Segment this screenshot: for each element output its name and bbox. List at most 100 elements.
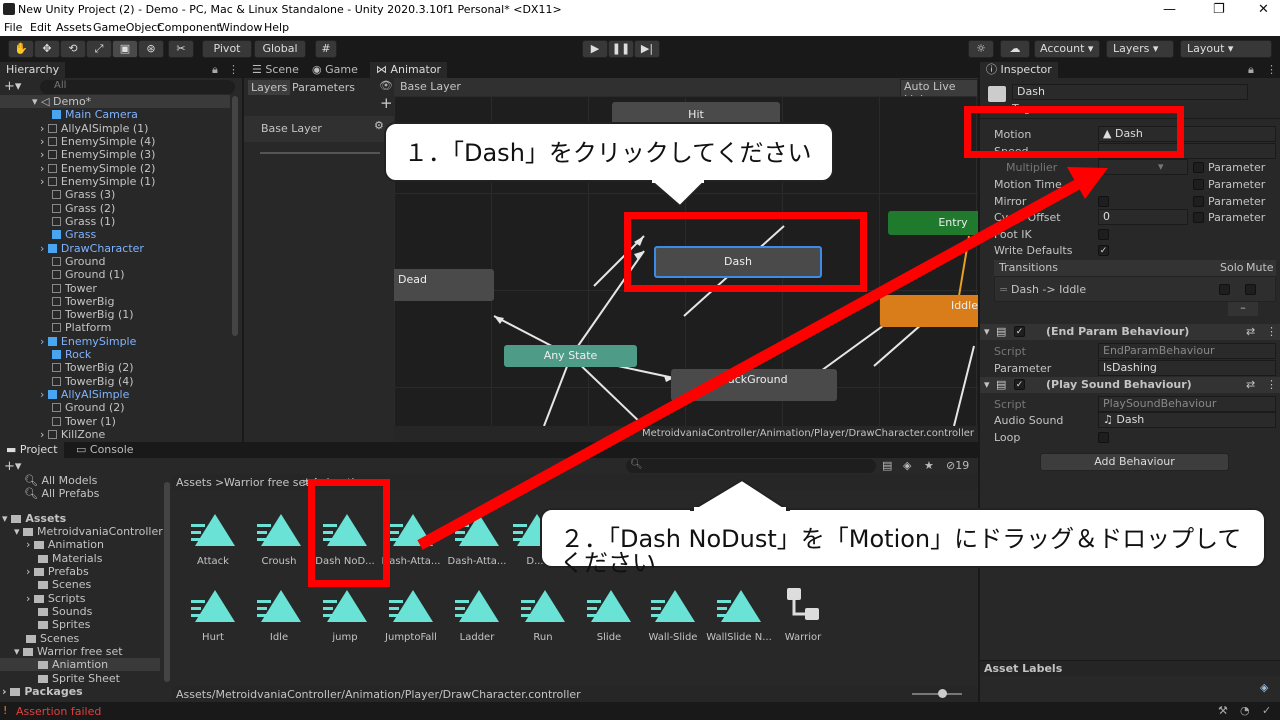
tree-item[interactable]: › Packages: [2, 685, 83, 698]
grid-snap-icon[interactable]: #: [315, 40, 337, 58]
cycle-offset-field[interactable]: 0: [1098, 209, 1188, 225]
status-message[interactable]: Assertion failed: [16, 705, 101, 718]
hand-tool-icon[interactable]: ✋: [8, 40, 34, 58]
tab-inspector[interactable]: ⓘ Inspector: [980, 62, 1058, 78]
hidden-packages-icon[interactable]: ⊘19: [946, 459, 969, 472]
tab-hierarchy[interactable]: Hierarchy: [0, 62, 66, 78]
write-defaults-checkbox[interactable]: ✓: [1098, 245, 1109, 256]
behaviour2-enabled-checkbox[interactable]: ✓: [1014, 379, 1025, 390]
play-button[interactable]: ▶: [582, 40, 608, 58]
cycle-offset-param-checkbox[interactable]: [1193, 212, 1204, 223]
settings-icon[interactable]: ⇄: [1246, 325, 1255, 338]
multiplier-dropdown[interactable]: ▾: [1098, 159, 1188, 175]
breadcrumb[interactable]: Base Layer: [400, 80, 461, 93]
b2-audio-field[interactable]: ♫ Dash: [1098, 412, 1276, 428]
list-item[interactable]: › DrawCharacter: [40, 242, 144, 255]
tree-item[interactable]: 🔍︎ All Models: [24, 474, 97, 487]
mirror-param-checkbox[interactable]: [1193, 196, 1204, 207]
mute-checkbox[interactable]: [1245, 284, 1256, 295]
asset-item[interactable]: jump: [310, 588, 380, 643]
layer-item[interactable]: Base Layer ⚙: [244, 116, 394, 142]
list-item[interactable]: Tower (1): [52, 415, 116, 428]
favorite-icon[interactable]: ★: [924, 459, 934, 472]
list-item[interactable]: › KillZone: [40, 428, 105, 441]
tree-item[interactable]: Scenes: [26, 632, 79, 645]
list-item[interactable]: Grass (1): [52, 215, 115, 228]
tree-item[interactable]: Materials: [38, 552, 102, 565]
icon-size-slider[interactable]: [912, 693, 962, 695]
project-search-input[interactable]: 🔍︎: [626, 459, 876, 473]
tree-item[interactable]: ▾ Assets: [2, 512, 66, 525]
gear-icon[interactable]: ⚙: [374, 119, 384, 132]
asset-item[interactable]: Attack: [178, 512, 248, 567]
pivot-toggle[interactable]: Pivot: [202, 40, 252, 58]
filter-type-icon[interactable]: ▤: [882, 459, 892, 472]
minimize-icon[interactable]: —: [1163, 2, 1176, 17]
cloud-icon[interactable]: ☁: [1000, 40, 1030, 58]
layers-dropdown[interactable]: Layers ▾: [1106, 40, 1174, 58]
tree-scrollbar[interactable]: [164, 482, 170, 682]
menu-edit[interactable]: Edit: [30, 21, 51, 34]
slider-handle[interactable]: [938, 689, 947, 698]
list-item[interactable]: TowerBig (2): [52, 361, 134, 374]
breadcrumb-assets[interactable]: Assets: [176, 476, 212, 489]
tab-scene[interactable]: ☰ Scene: [246, 62, 305, 78]
tab-animator[interactable]: ⋈ Animator: [370, 62, 448, 78]
transform-tool-icon[interactable]: ⊛: [138, 40, 164, 58]
tree-item[interactable]: ▾ Warrior free set: [14, 645, 123, 658]
list-item[interactable]: TowerBig: [52, 295, 114, 308]
transition-row[interactable]: = Dash -> Iddle: [994, 276, 1276, 302]
b1-param-field[interactable]: IsDashing: [1098, 360, 1276, 376]
close-icon[interactable]: ✕: [1258, 2, 1269, 17]
rect-tool-icon[interactable]: ▣: [112, 40, 138, 58]
tree-item[interactable]: › Animation: [26, 538, 104, 551]
behaviour1-header[interactable]: ▾ ▤ ✓ (End Param Behaviour) ⇄ ⋮: [980, 324, 1280, 340]
list-item[interactable]: TowerBig (1): [52, 308, 134, 321]
tree-item[interactable]: Scenes: [38, 578, 91, 591]
debug-icon[interactable]: ⚒: [1218, 704, 1228, 717]
state-background[interactable]: BackGround: [671, 369, 837, 401]
more-icon[interactable]: ⋮: [1266, 63, 1277, 76]
account-dropdown[interactable]: Account ▾: [1034, 40, 1100, 58]
tree-item[interactable]: › Prefabs: [26, 565, 89, 578]
menu-gameobject[interactable]: GameObject: [93, 21, 162, 34]
list-item[interactable]: Grass (3): [52, 188, 115, 201]
hierarchy-scrollbar[interactable]: [232, 96, 238, 336]
state-any-state[interactable]: Any State: [504, 345, 637, 367]
tab-layers[interactable]: Layers: [248, 80, 291, 95]
asset-item[interactable]: Ladder: [442, 588, 512, 643]
behaviour1-enabled-checkbox[interactable]: ✓: [1014, 326, 1025, 337]
tree-item[interactable]: › Scripts: [26, 592, 86, 605]
tab-parameters[interactable]: Parameters: [292, 81, 355, 94]
custom-tool-icon[interactable]: ✂: [168, 40, 194, 58]
list-item[interactable]: Ground: [52, 255, 105, 268]
more-icon[interactable]: ⋮: [1266, 378, 1277, 391]
create-icon[interactable]: +▾: [4, 79, 21, 94]
global-toggle[interactable]: Global: [254, 40, 306, 58]
rotate-tool-icon[interactable]: ⟲: [60, 40, 86, 58]
remove-transition-button[interactable]: –: [1228, 302, 1258, 316]
state-name-field[interactable]: Dash: [1012, 84, 1248, 100]
foot-ik-checkbox[interactable]: [1098, 229, 1109, 240]
loop-checkbox[interactable]: [1098, 432, 1109, 443]
motion-time-param-checkbox[interactable]: [1193, 179, 1204, 190]
state-entry[interactable]: Entry: [888, 211, 978, 235]
check-icon[interactable]: ✓: [1262, 704, 1271, 717]
scene-root[interactable]: ▾ ◁ Demo*: [32, 95, 91, 108]
asset-item[interactable]: WallSlide N...: [704, 588, 774, 643]
lock-icon[interactable]: 🔒︎: [1248, 63, 1254, 77]
tree-item[interactable]: Sounds: [38, 605, 92, 618]
menu-file[interactable]: File: [4, 21, 22, 34]
scale-tool-icon[interactable]: ⤢: [86, 40, 112, 58]
list-item[interactable]: Tower: [52, 282, 97, 295]
tree-item[interactable]: ▾ MetroidvaniaController: [14, 525, 163, 538]
list-item[interactable]: Grass (2): [52, 202, 115, 215]
asset-item[interactable]: Croush: [244, 512, 314, 567]
pause-button[interactable]: ❚❚: [608, 40, 634, 58]
add-behaviour-button[interactable]: Add Behaviour: [1040, 453, 1229, 471]
asset-item[interactable]: Idle: [244, 588, 314, 643]
asset-item[interactable]: Slide: [574, 588, 644, 643]
maximize-icon[interactable]: ❐: [1213, 2, 1225, 17]
step-button[interactable]: ▶|: [634, 40, 660, 58]
behaviour2-header[interactable]: ▾ ▤ ✓ (Play Sound Behaviour) ⇄ ⋮: [980, 377, 1280, 393]
